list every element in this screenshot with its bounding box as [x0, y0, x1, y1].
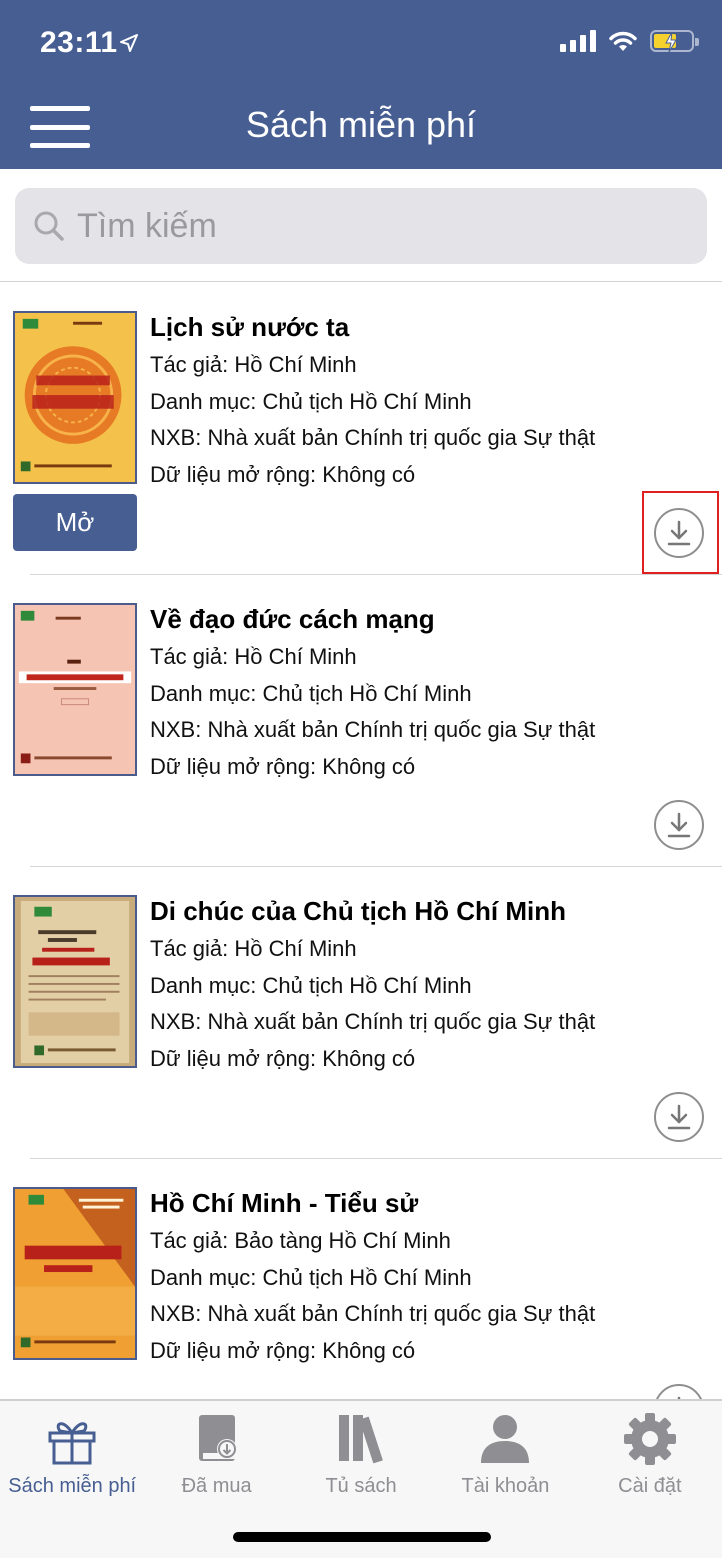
book-extra-data: Dữ liệu mở rộng: Không có — [150, 1337, 416, 1363]
cellular-signal-icon — [560, 30, 596, 52]
book-title[interactable]: Di chúc của Chủ tịch Hồ Chí Minh — [150, 893, 712, 929]
purchased-book-icon — [198, 1415, 237, 1461]
page-title: Sách miễn phí — [245, 104, 477, 145]
book-info: Hồ Chí Minh - Tiểu sử Tác giả: Bảo tàng … — [150, 1185, 712, 1369]
book-author: Tác giả: Hồ Chí Minh — [150, 936, 357, 961]
gear-icon — [623, 1413, 676, 1465]
open-book-button[interactable]: Mở — [13, 494, 137, 551]
book-author: Tác giả: Hồ Chí Minh — [150, 352, 357, 377]
tab-purchased[interactable]: Đã mua — [144, 1401, 288, 1511]
search-bar-container — [0, 169, 722, 282]
book-info: Di chúc của Chủ tịch Hồ Chí Minh Tác giả… — [150, 893, 712, 1077]
search-icon — [34, 211, 64, 241]
tab-label: Cài đặt — [618, 1475, 682, 1497]
book-info: Về đạo đức cách mạng Tác giả: Hồ Chí Min… — [150, 601, 712, 785]
book-author: Tác giả: Hồ Chí Minh — [150, 644, 357, 669]
download-button[interactable] — [654, 508, 704, 558]
list-item: Di chúc của Chủ tịch Hồ Chí Minh Tác giả… — [0, 867, 722, 1159]
book-category: Danh mục: Chủ tịch Hồ Chí Minh — [150, 1264, 472, 1290]
list-item: Về đạo đức cách mạng Tác giả: Hồ Chí Min… — [0, 575, 722, 867]
tab-settings[interactable]: Cài đặt — [578, 1401, 722, 1511]
list-item: Hồ Chí Minh - Tiểu sử Tác giả: Bảo tàng … — [0, 1159, 722, 1399]
download-icon — [667, 520, 691, 546]
book-category: Danh mục: Chủ tịch Hồ Chí Minh — [150, 388, 472, 414]
tab-free-books[interactable]: Sách miễn phí — [0, 1401, 144, 1511]
book-extra-data: Dữ liệu mở rộng: Không có — [150, 753, 416, 779]
user-icon — [481, 1415, 530, 1463]
book-publisher: NXB: Nhà xuất bản Chính trị quốc gia Sự … — [150, 425, 596, 450]
wifi-icon — [609, 31, 637, 51]
battery-charging-icon — [650, 30, 699, 53]
book-publisher: NXB: Nhà xuất bản Chính trị quốc gia Sự … — [150, 717, 596, 742]
tab-label: Tài khoản — [461, 1475, 550, 1497]
book-extra-data: Dữ liệu mở rộng: Không có — [150, 1045, 416, 1071]
book-cover-image[interactable] — [13, 1187, 137, 1360]
book-extra-data: Dữ liệu mở rộng: Không có — [150, 461, 416, 487]
book-title[interactable]: Về đạo đức cách mạng — [150, 601, 712, 637]
list-item: Lịch sử nước ta Tác giả: Hồ Chí Minh Dan… — [0, 283, 722, 575]
book-cover-image[interactable] — [13, 311, 137, 484]
download-button[interactable] — [654, 800, 704, 850]
book-publisher: NXB: Nhà xuất bản Chính trị quốc gia Sự … — [150, 1301, 596, 1326]
tab-account[interactable]: Tài khoản — [433, 1401, 577, 1511]
book-publisher: NXB: Nhà xuất bản Chính trị quốc gia Sự … — [150, 1009, 596, 1034]
book-title[interactable]: Hồ Chí Minh - Tiểu sử — [150, 1185, 712, 1221]
status-time: 23:11 — [40, 26, 118, 59]
tab-label: Tủ sách — [325, 1475, 397, 1497]
download-icon — [667, 812, 691, 838]
book-title[interactable]: Lịch sử nước ta — [150, 309, 712, 345]
book-cover-image[interactable] — [13, 603, 137, 776]
download-icon — [667, 1104, 691, 1130]
book-category: Danh mục: Chủ tịch Hồ Chí Minh — [150, 680, 472, 706]
tab-bar: Sách miễn phí Đã mua Tủ sách Tài khoản C… — [0, 1399, 722, 1558]
download-button[interactable] — [654, 1092, 704, 1142]
book-category: Danh mục: Chủ tịch Hồ Chí Minh — [150, 972, 472, 998]
book-author: Tác giả: Bảo tàng Hồ Chí Minh — [150, 1228, 451, 1253]
book-list[interactable]: Lịch sử nước ta Tác giả: Hồ Chí Minh Dan… — [0, 283, 722, 1399]
tab-label: Đã mua — [181, 1475, 252, 1497]
book-cover-image[interactable] — [13, 895, 137, 1068]
location-arrow-icon — [120, 34, 138, 52]
tab-label: Sách miễn phí — [8, 1475, 137, 1497]
home-indicator[interactable] — [233, 1532, 491, 1542]
search-field[interactable] — [15, 188, 707, 264]
app-header: 23:11 Sách miễn phí — [0, 0, 722, 169]
bookshelf-icon — [339, 1415, 383, 1464]
book-info: Lịch sử nước ta Tác giả: Hồ Chí Minh Dan… — [150, 309, 712, 493]
download-button[interactable] — [654, 1384, 704, 1399]
search-input[interactable] — [77, 206, 677, 246]
tab-bookshelf[interactable]: Tủ sách — [289, 1401, 433, 1511]
gift-icon — [48, 1422, 96, 1465]
status-icons — [560, 30, 699, 53]
